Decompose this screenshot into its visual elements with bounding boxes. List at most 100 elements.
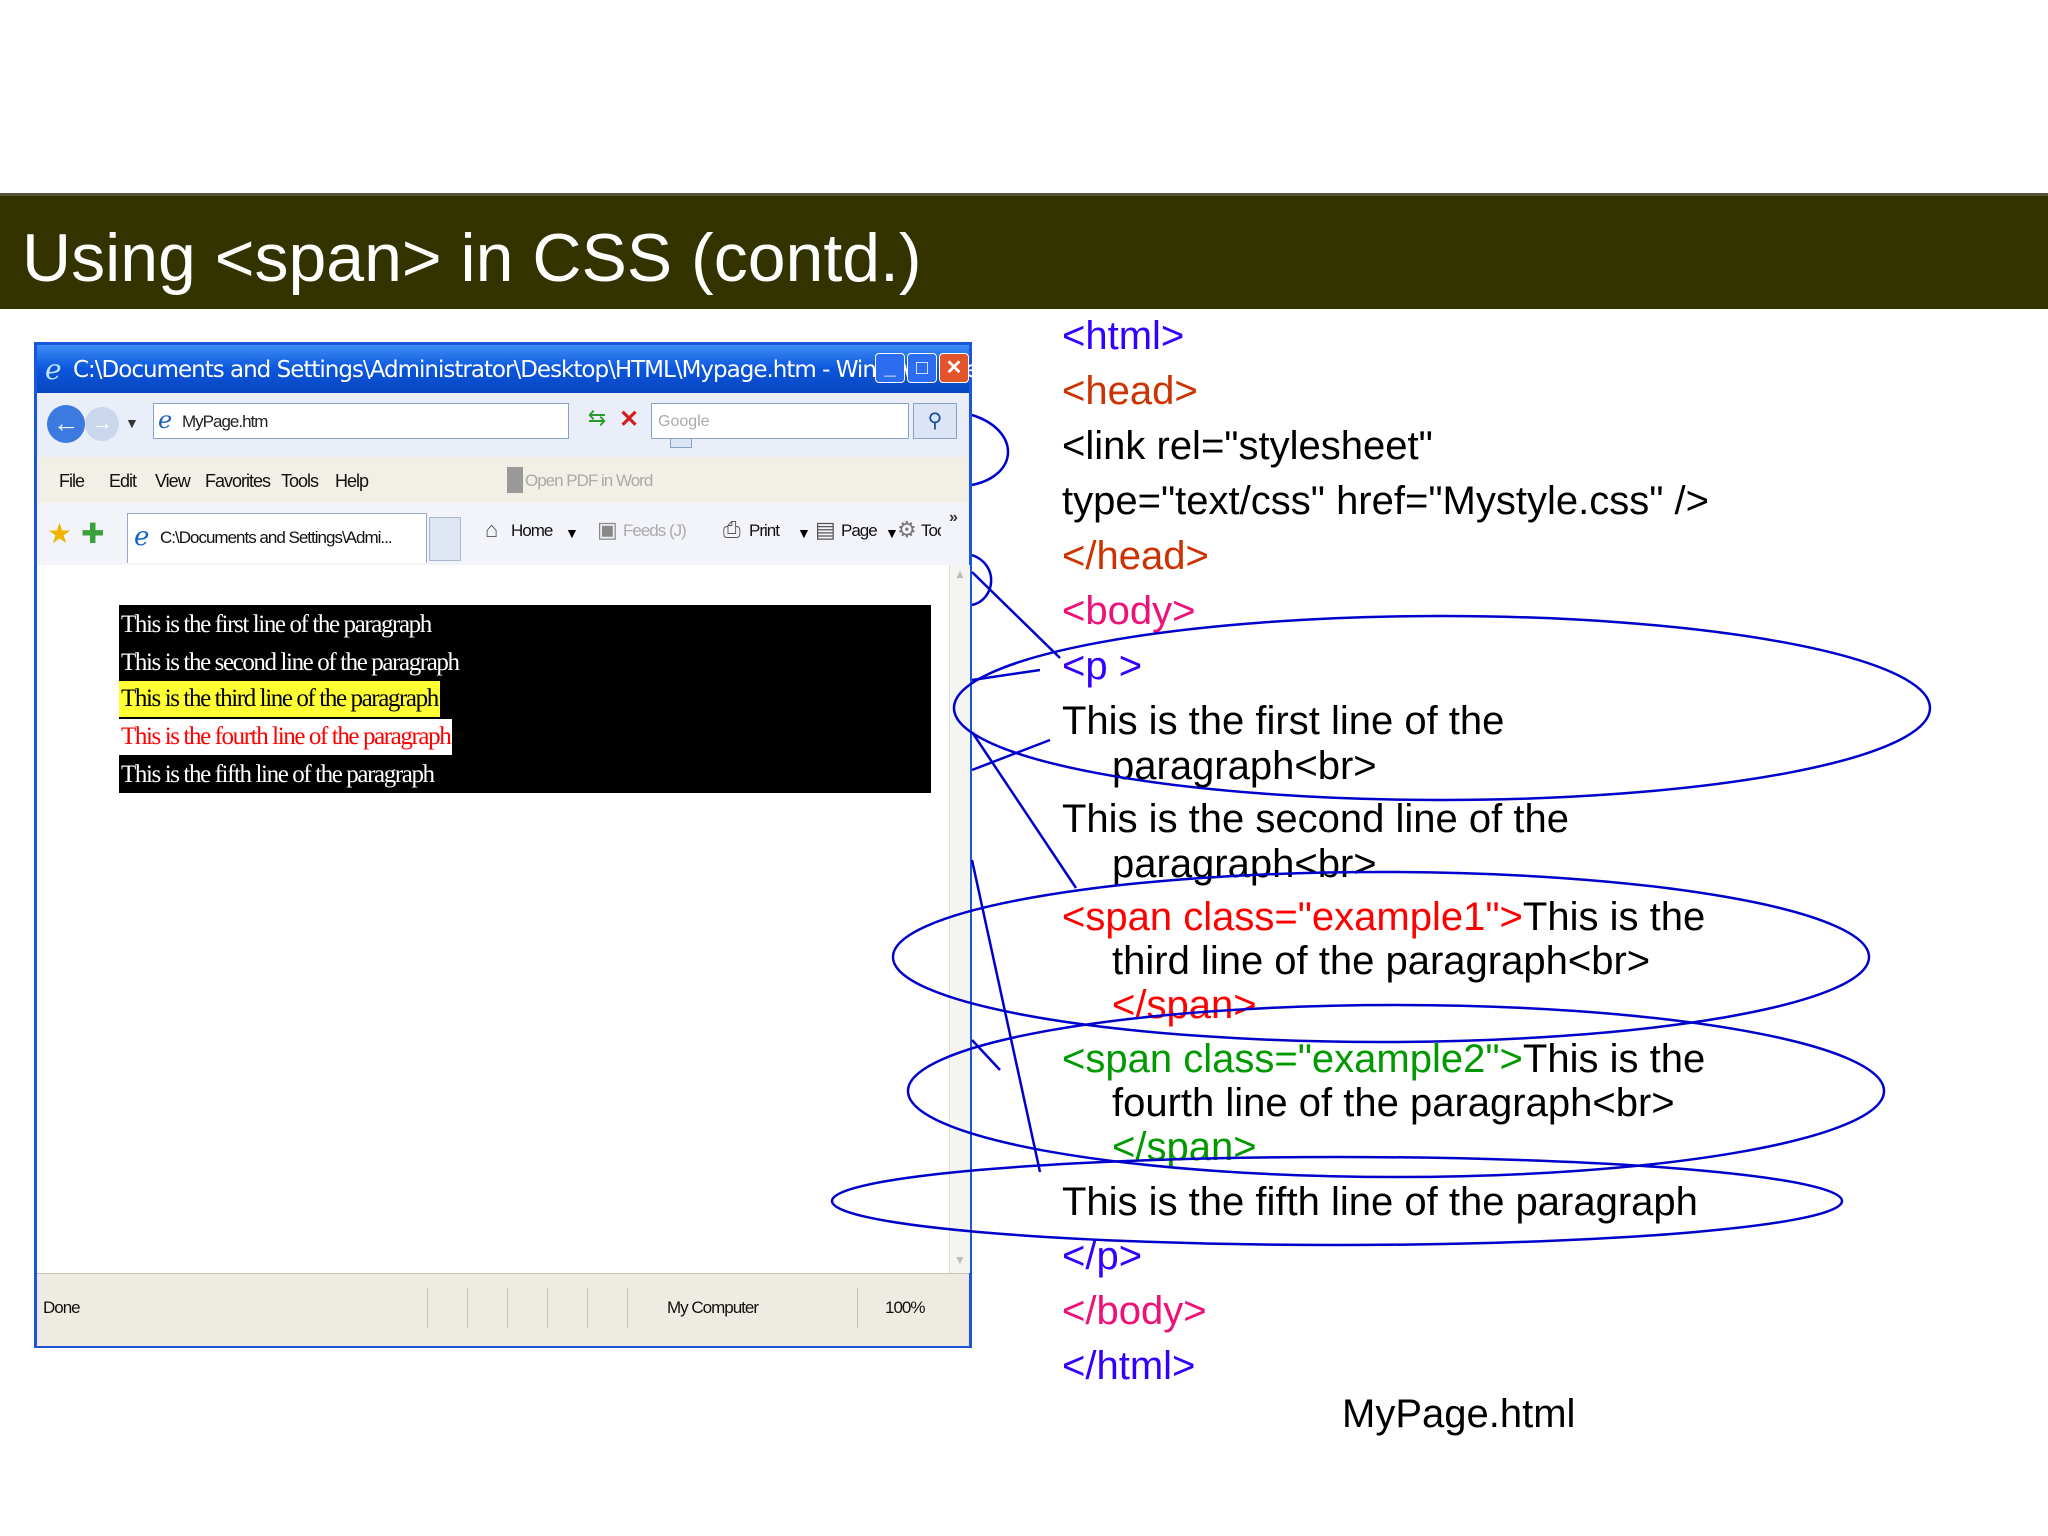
- status-divider: [547, 1288, 548, 1328]
- code-line2-a: This is the second line of the: [1062, 797, 1569, 841]
- address-row: ← → ▼ e MyPage.htm ▼ ⇆ ✕ Google ⚲: [37, 393, 969, 458]
- status-divider: [627, 1288, 628, 1328]
- code-link-2: type="text/css" href="Mystyle.css" />: [1062, 479, 1710, 523]
- code-span2-open: <span class="example2">This is the: [1062, 1039, 1705, 1079]
- code-span1-open: <span class="example1">This is the: [1062, 897, 1705, 937]
- security-zone: My Computer: [667, 1298, 759, 1317]
- code-link-1: <link rel="stylesheet": [1062, 424, 1433, 468]
- ie-window: e C:\Documents and Settings\Administrato…: [34, 342, 1116, 1348]
- print-dropdown-icon[interactable]: ▼: [797, 525, 811, 541]
- ie-titlebar[interactable]: e C:\Documents and Settings\Administrato…: [37, 345, 1116, 393]
- code-html-close: </html>: [1062, 1344, 1196, 1388]
- annotation-line: [971, 1039, 1001, 1071]
- code-body-open: <body>: [1062, 589, 1196, 633]
- annotation-arc-cmdbar: [971, 553, 993, 607]
- status-divider: [427, 1288, 428, 1328]
- vertical-scrollbar[interactable]: ▲ ▼: [949, 565, 970, 1273]
- annotation-line: [971, 571, 1061, 659]
- minimize-button[interactable]: _: [875, 353, 905, 383]
- menu-edit[interactable]: Edit: [109, 471, 137, 492]
- status-divider: [507, 1288, 508, 1328]
- status-text: Done: [43, 1298, 81, 1317]
- status-divider: [467, 1288, 468, 1328]
- code-line1-b: paragraph<br>: [1112, 744, 1377, 788]
- menu-help[interactable]: Help: [335, 471, 369, 492]
- home-button[interactable]: Home: [511, 521, 553, 541]
- maximize-button[interactable]: □: [907, 353, 937, 383]
- search-input[interactable]: Google: [651, 403, 909, 439]
- code-span1-b: third line of the paragraph<br>: [1112, 939, 1651, 983]
- add-favorite-icon[interactable]: ✚: [81, 517, 104, 550]
- print-button[interactable]: Print: [749, 521, 780, 541]
- annotation-line: [970, 859, 1042, 1173]
- menu-tools[interactable]: Tools: [281, 471, 319, 492]
- new-tab-button[interactable]: [429, 517, 461, 561]
- code-head-open: <head>: [1062, 369, 1198, 413]
- code-span2-text: This is the: [1522, 1037, 1706, 1081]
- code-span2-b: fourth line of the paragraph<br>: [1112, 1081, 1675, 1125]
- forward-button[interactable]: →: [85, 407, 119, 441]
- tab-title: C:\Documents and Settings\Admi...: [160, 528, 393, 547]
- close-button[interactable]: ✕: [939, 353, 969, 383]
- code-span2-close: </span>: [1112, 1125, 1257, 1169]
- address-input[interactable]: e MyPage.htm ▼: [153, 403, 692, 448]
- code-p-close: </p>: [1062, 1234, 1143, 1278]
- ie-logo-icon: e: [45, 353, 62, 386]
- feeds-button[interactable]: Feeds (J): [623, 521, 687, 541]
- back-button[interactable]: ←: [47, 405, 85, 443]
- pdf-icon: [507, 467, 523, 493]
- slide-title: Using <span> in CSS (contd.): [22, 220, 922, 296]
- feeds-icon: ▣: [597, 517, 618, 542]
- tab-current[interactable]: e C:\Documents and Settings\Admi...: [127, 513, 427, 563]
- tools-gear-icon: ⚙: [897, 517, 917, 542]
- zoom-level[interactable]: 100%: [885, 1298, 925, 1318]
- search-icon[interactable]: ⚲: [913, 403, 957, 439]
- tools-button[interactable]: Tools: [921, 521, 941, 541]
- favorites-star-icon[interactable]: ★: [47, 517, 72, 550]
- address-value: MyPage.htm: [182, 412, 268, 431]
- menu-bar: File Edit View Favorites Tools Help Open…: [37, 457, 969, 504]
- stop-icon[interactable]: ✕: [615, 405, 643, 437]
- rendered-line-2: This is the second line of the paragraph: [121, 649, 460, 676]
- search-placeholder: Google: [658, 413, 710, 430]
- rendered-line-4: This is the fourth line of the paragraph: [119, 719, 453, 755]
- menu-file[interactable]: File: [59, 471, 85, 492]
- home-dropdown-icon[interactable]: ▼: [565, 525, 579, 541]
- command-bar: ★ ✚ e C:\Documents and Settings\Admi... …: [37, 503, 969, 567]
- code-line1-a: This is the first line of the: [1062, 699, 1505, 743]
- home-icon: ⌂: [485, 517, 499, 542]
- menu-view[interactable]: View: [155, 471, 191, 492]
- refresh-icon[interactable]: ⇆: [583, 405, 611, 437]
- file-caption: MyPage.html: [1342, 1392, 1576, 1436]
- code-line2-b: paragraph<br>: [1112, 842, 1377, 886]
- menu-favorites[interactable]: Favorites: [205, 471, 271, 492]
- code-span1-close: </span>: [1112, 983, 1257, 1027]
- rendered-line-1: This is the first line of the paragraph: [121, 611, 432, 638]
- code-html-open: <html>: [1062, 314, 1185, 358]
- rendered-paragraph: This is the first line of the paragraph …: [119, 605, 931, 793]
- code-body-close: </body>: [1062, 1289, 1207, 1333]
- code-span2-tag: <span class="example2">: [1062, 1037, 1523, 1081]
- page-menu-icon: ▤: [815, 517, 836, 542]
- code-line5: This is the fifth line of the paragraph: [1062, 1180, 1698, 1224]
- code-span1-tag: <span class="example1">: [1062, 895, 1523, 939]
- print-icon: ⎙: [723, 517, 741, 542]
- open-pdf-button[interactable]: Open PDF in Word: [525, 471, 653, 491]
- scroll-down-icon[interactable]: ▼: [952, 1253, 968, 1271]
- annotation-line: [971, 668, 1041, 682]
- scroll-up-icon[interactable]: ▲: [952, 567, 968, 585]
- rendered-line-5: This is the fifth line of the paragraph: [121, 761, 435, 788]
- slide-title-bar: Using <span> in CSS (contd.): [0, 193, 2048, 309]
- status-bar: Done My Computer 100%: [37, 1273, 969, 1346]
- page-button[interactable]: Page: [841, 521, 878, 541]
- annotation-line: [970, 731, 1078, 889]
- history-dropdown-icon[interactable]: ▼: [125, 415, 139, 431]
- page-content: This is the first line of the paragraph …: [37, 565, 949, 1273]
- code-p-open: <p >: [1062, 644, 1143, 688]
- rendered-line-3: This is the third line of the paragraph: [119, 681, 440, 717]
- annotation-line: [971, 738, 1051, 772]
- more-chevron-icon[interactable]: »: [949, 509, 958, 527]
- code-span1-text: This is the: [1522, 895, 1706, 939]
- status-divider: [587, 1288, 588, 1328]
- tab-page-icon: e: [134, 522, 150, 552]
